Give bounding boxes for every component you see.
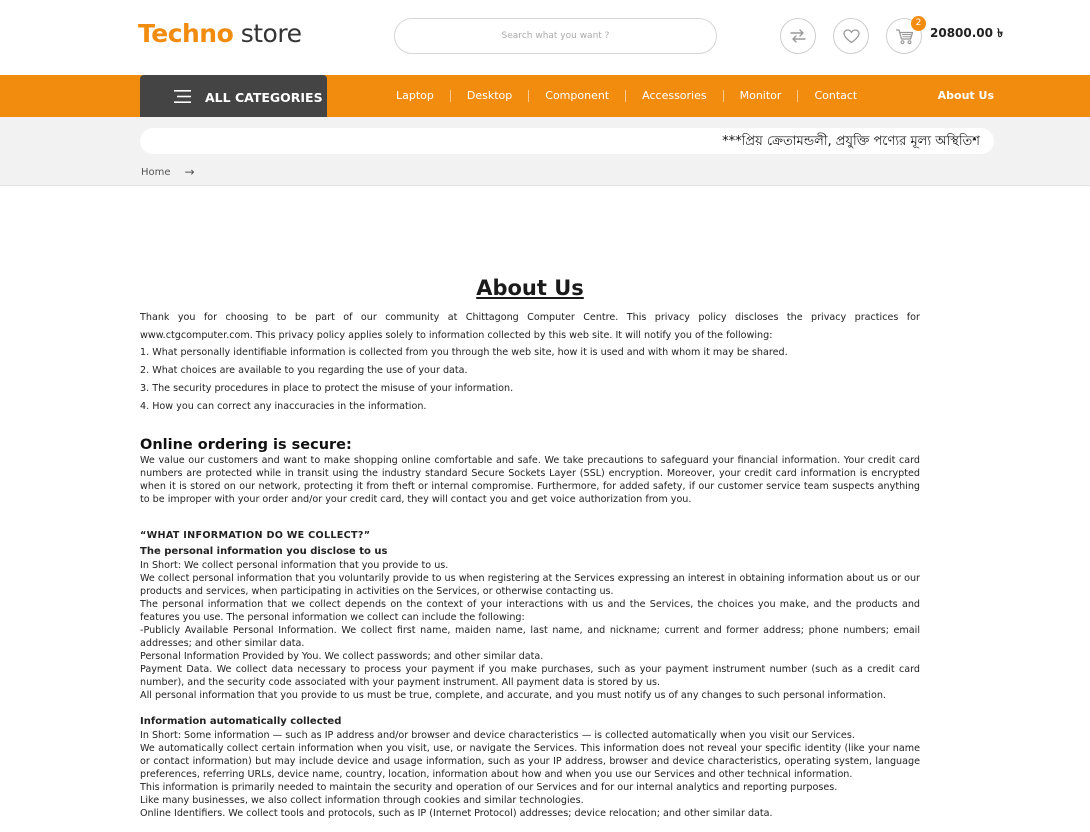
list-item: 1. What personally identifiable informat…	[140, 347, 788, 358]
notice-band: ***প্রিয় ক্রেতামন্ডলী, প্রযুক্তি পণ্যের…	[0, 117, 1090, 186]
personal-line: The personal information that we collect…	[140, 599, 920, 623]
list-item: 3. The security procedures in place to p…	[140, 383, 514, 394]
collect-heading: “WHAT INFORMATION DO WE COLLECT?”	[140, 530, 371, 541]
all-categories-label: ALL CATEGORIES	[205, 90, 323, 105]
site-header: Techno store 2 20800.00 ৳	[0, 0, 1090, 75]
cart-count-badge: 2	[911, 16, 926, 31]
nav-link-laptop[interactable]: Laptop	[380, 90, 451, 102]
heart-icon	[842, 28, 860, 43]
page-content: About Us Thank you for choosing to be pa…	[140, 276, 920, 820]
personal-line: -Publicly Available Personal Information…	[140, 625, 920, 649]
wishlist-button[interactable]	[833, 18, 869, 54]
breadcrumb-home[interactable]: Home	[141, 167, 171, 178]
personal-line: Personal Information Provided by You. We…	[140, 651, 544, 662]
auto-line: We automatically collect certain informa…	[140, 743, 920, 780]
auto-line: In Short: Some information — such as IP …	[140, 730, 855, 741]
site-logo[interactable]: Techno store	[138, 18, 302, 50]
nav-link-component[interactable]: Component	[529, 90, 627, 102]
auto-line: Online Identifiers. We collect tools and…	[140, 808, 773, 819]
menu-icon	[174, 90, 191, 103]
secure-heading: Online ordering is secure:	[140, 437, 352, 453]
search-input[interactable]	[395, 19, 716, 53]
compare-icon	[790, 29, 806, 43]
logo-techno: Techno	[138, 19, 234, 48]
nav-link-accessories[interactable]: Accessories	[626, 90, 724, 102]
notice-marquee: ***প্রিয় ক্রেতামন্ডলী, প্রযুক্তি পণ্যের…	[140, 128, 994, 154]
intro-paragraph: Thank you for choosing to be part of our…	[140, 312, 920, 341]
all-categories-button[interactable]: ALL CATEGORIES	[140, 75, 327, 117]
nav-link-monitor[interactable]: Monitor	[724, 90, 799, 102]
breadcrumb: Home →	[141, 165, 195, 179]
nav-link-contact[interactable]: Contact	[798, 90, 873, 102]
personal-line: Payment Data. We collect data necessary …	[140, 664, 920, 688]
list-item: 2. What choices are available to you reg…	[140, 365, 468, 376]
page-title: About Us	[476, 276, 584, 300]
main-navbar: ALL CATEGORIES Laptop Desktop Component …	[0, 75, 1090, 117]
compare-button[interactable]	[780, 18, 816, 54]
marquee-text: ***প্রিয় ক্রেতামন্ডলী, প্রযুক্তি পণ্যের…	[722, 134, 980, 149]
secure-paragraph: We value our customers and want to make …	[140, 455, 920, 505]
nav-link-about[interactable]: About Us	[938, 89, 994, 102]
logo-store: store	[240, 19, 302, 48]
auto-line: This information is primarily needed to …	[140, 782, 838, 793]
cart-total[interactable]: 20800.00 ৳	[930, 25, 1003, 45]
arrow-right-icon: →	[184, 165, 195, 179]
cart-icon	[895, 28, 913, 44]
personal-info-heading: The personal information you disclose to…	[140, 546, 388, 557]
nav-link-desktop[interactable]: Desktop	[451, 90, 530, 102]
personal-line: All personal information that you provid…	[140, 690, 886, 701]
list-item: 4. How you can correct any inaccuracies …	[140, 401, 427, 412]
personal-line: In Short: We collect personal informatio…	[140, 560, 449, 571]
nav-links: Laptop Desktop Component Accessories Mon…	[380, 75, 873, 117]
auto-info-heading: Information automatically collected	[140, 716, 342, 727]
auto-line: Like many businesses, we also collect in…	[140, 795, 584, 806]
search-bar	[394, 18, 717, 54]
personal-line: We collect personal information that you…	[140, 573, 920, 597]
